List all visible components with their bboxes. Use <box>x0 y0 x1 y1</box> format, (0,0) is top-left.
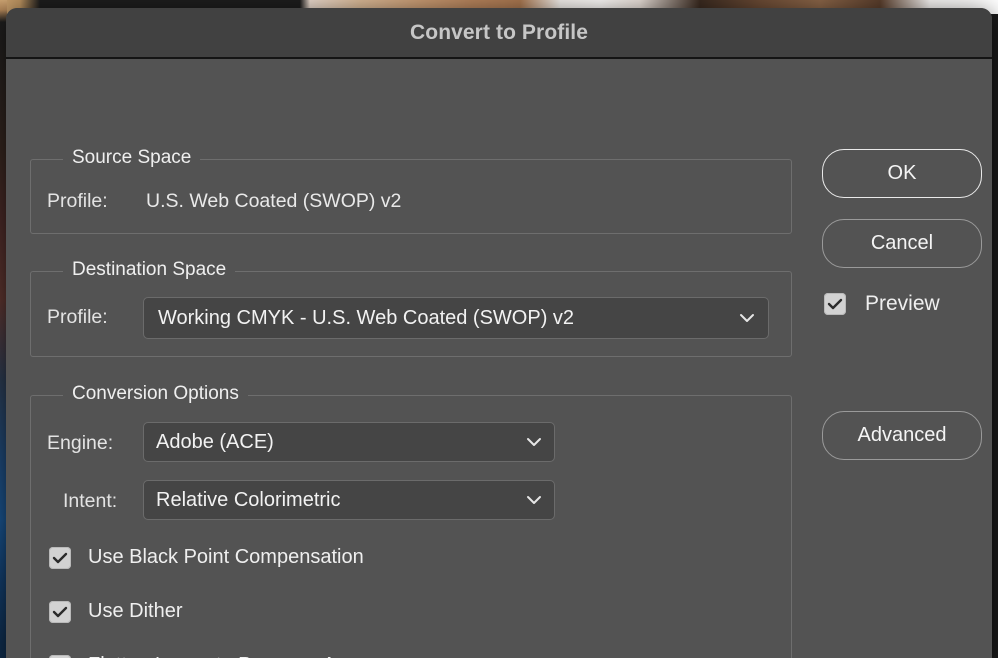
checkbox-flatten-image[interactable] <box>49 654 71 658</box>
advanced-button-label: Advanced <box>857 424 947 446</box>
dialog-titlebar[interactable]: Convert to Profile <box>6 8 992 59</box>
checkbox-label-flatten-image: Flatten Image to Preserve Appearance <box>88 654 430 658</box>
chevron-down-icon <box>739 313 755 323</box>
preview-checkbox-row[interactable]: Preview <box>824 292 940 316</box>
checkbox-use-dither[interactable] <box>49 600 71 623</box>
dialog-body: Source Space Profile: U.S. Web Coated (S… <box>6 59 992 658</box>
intent-selected-value: Relative Colorimetric <box>156 488 341 511</box>
dialog-title: Convert to Profile <box>410 20 588 44</box>
ok-button-label: OK <box>887 162 917 184</box>
engine-label: Engine: <box>47 432 114 454</box>
checkbox-label-black-point-compensation: Use Black Point Compensation <box>88 546 364 568</box>
conversion-options-legend: Conversion Options <box>63 383 248 405</box>
cancel-button-label: Cancel <box>870 232 934 254</box>
destination-profile-selected-value: Working CMYK - U.S. Web Coated (SWOP) v2 <box>158 306 575 329</box>
engine-selected-value: Adobe (ACE) <box>156 430 274 453</box>
ok-button[interactable]: OK <box>822 149 982 198</box>
destination-profile-select[interactable]: Working CMYK - U.S. Web Coated (SWOP) v2 <box>143 297 769 339</box>
chevron-down-icon <box>526 437 542 447</box>
engine-select[interactable]: Adobe (ACE) <box>143 422 555 462</box>
checkbox-label-preview: Preview <box>865 292 940 315</box>
advanced-button[interactable]: Advanced <box>822 411 982 460</box>
convert-to-profile-dialog: Convert to Profile Source Space Profile:… <box>6 8 992 658</box>
source-profile-label: Profile: <box>47 190 108 212</box>
destination-profile-label: Profile: <box>47 306 108 328</box>
source-profile-value: U.S. Web Coated (SWOP) v2 <box>146 190 402 212</box>
intent-select[interactable]: Relative Colorimetric <box>143 480 555 520</box>
cancel-button[interactable]: Cancel <box>822 219 982 268</box>
checkbox-label-use-dither: Use Dither <box>88 600 183 622</box>
chevron-down-icon <box>526 495 542 505</box>
checkbox-black-point-compensation[interactable] <box>49 546 71 569</box>
use-dither-checkbox-row[interactable]: Use Dither <box>49 600 182 623</box>
source-space-legend: Source Space <box>63 147 201 169</box>
checkbox-preview[interactable] <box>824 293 846 315</box>
intent-label: Intent: <box>63 490 118 512</box>
flatten-image-checkbox-row[interactable]: Flatten Image to Preserve Appearance <box>49 654 430 658</box>
source-space-group: Source Space <box>30 147 792 234</box>
destination-space-legend: Destination Space <box>63 259 236 281</box>
use-black-point-compensation-checkbox-row[interactable]: Use Black Point Compensation <box>49 546 364 569</box>
